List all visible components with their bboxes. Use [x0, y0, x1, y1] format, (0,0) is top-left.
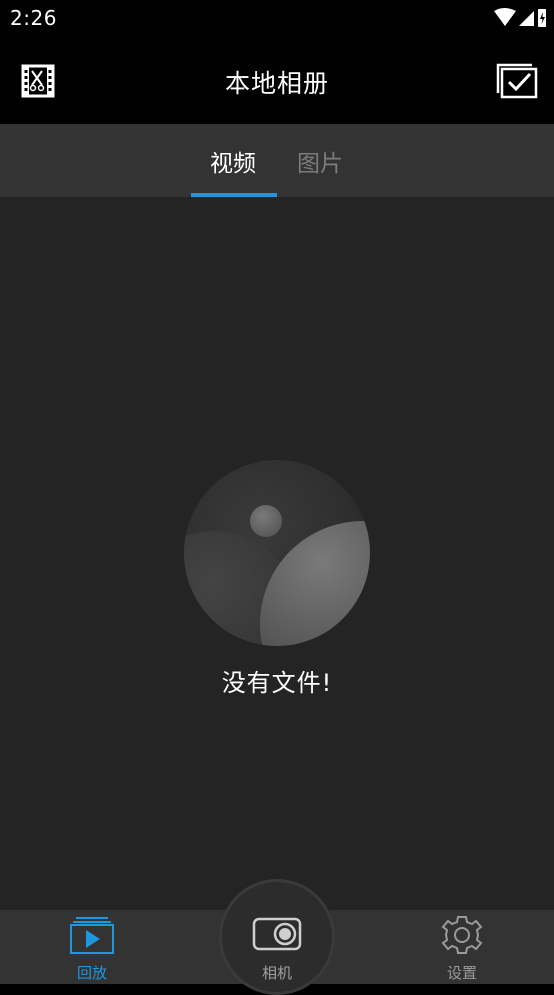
status-bar: 2:26	[0, 0, 554, 38]
playback-icon	[70, 917, 114, 954]
tab-bar: 视频 图片	[0, 124, 554, 197]
page-title: 本地相册	[224, 69, 329, 98]
status-icons	[456, 7, 547, 31]
empty-gallery-icon	[183, 459, 371, 647]
nav-camera-label: 相机	[261, 964, 292, 982]
nav-settings[interactable]: 设置	[407, 910, 517, 984]
wifi-icon	[494, 8, 516, 26]
nav-settings-label: 设置	[446, 964, 477, 982]
tab-photo[interactable]: 图片	[297, 144, 343, 178]
gear-icon	[441, 916, 483, 954]
nav-playback[interactable]: 回放	[37, 910, 147, 984]
signal-icon	[519, 11, 534, 26]
status-time: 2:26	[10, 6, 57, 30]
select-checkbox-icon	[496, 63, 538, 99]
nav-playback-label: 回放	[76, 964, 107, 982]
select-mode-button[interactable]	[496, 63, 538, 99]
content-area: 没有文件!	[0, 197, 554, 910]
app-bar: 本地相册	[0, 38, 554, 124]
camera-icon	[252, 917, 302, 951]
camera-button[interactable]: 相机	[219, 879, 335, 995]
empty-message: 没有文件!	[221, 669, 333, 697]
battery-charging-icon	[538, 9, 547, 27]
tab-video[interactable]: 视频	[210, 144, 256, 178]
